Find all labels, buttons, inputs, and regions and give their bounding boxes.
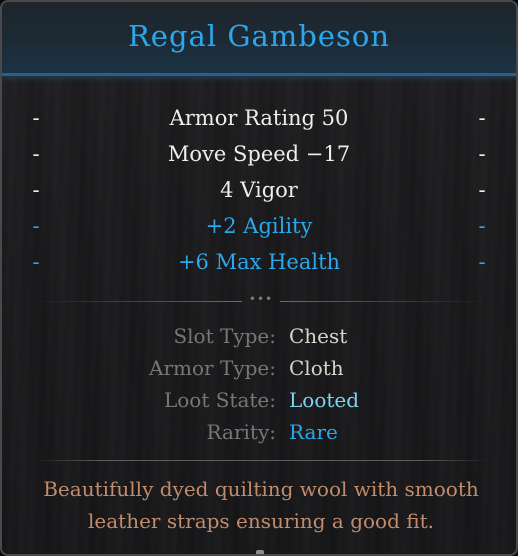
bullet-dash: - [32, 178, 40, 202]
stat-label: 4 Vigor [220, 178, 298, 202]
stat-label: Armor Rating 50 [169, 106, 349, 130]
property-value: Looted [289, 388, 360, 412]
stat-row-armor-rating: - Armor Rating 50 - [2, 100, 516, 136]
stat-label: +2 Agility [205, 214, 313, 238]
bullet-dash: - [32, 106, 40, 130]
divider-dots: ••• [248, 292, 274, 306]
bullet-dash: - [478, 214, 486, 238]
bullet-dash: - [32, 214, 40, 238]
item-description: Beautifully dyed quilting wool with smoo… [43, 477, 479, 533]
stat-row-move-speed: - Move Speed −17 - [2, 136, 516, 172]
bullet-dash: - [478, 106, 486, 130]
description-divider [32, 460, 490, 461]
bullet-dash: - [478, 178, 486, 202]
stat-row-max-health: - +6 Max Health - [2, 244, 516, 280]
item-name: Regal Gambeson [127, 19, 391, 53]
bullet-dash: - [32, 142, 40, 166]
bottom-notch [256, 550, 264, 554]
property-key: Loot State: [163, 388, 276, 412]
stat-row-vigor: - 4 Vigor - [2, 172, 516, 208]
tooltip-header: Regal Gambeson [2, 2, 516, 76]
property-key: Slot Type: [173, 324, 276, 348]
bullet-dash: - [478, 142, 486, 166]
stat-list: - Armor Rating 50 - - Move Speed −17 - -… [2, 100, 516, 280]
property-value: Chest [289, 324, 348, 348]
stat-row-agility: - +2 Agility - [2, 208, 516, 244]
property-slot-type: Slot Type: Chest [2, 320, 516, 352]
stat-label: +6 Max Health [177, 250, 341, 274]
divider-line-left [32, 301, 242, 302]
property-loot-state: Loot State: Looted [2, 384, 516, 416]
section-divider: ••• [32, 292, 490, 306]
property-list: Slot Type: Chest Armor Type: Cloth Loot … [2, 320, 516, 448]
bullet-dash: - [32, 250, 40, 274]
property-armor-type: Armor Type: Cloth [2, 352, 516, 384]
property-key: Rarity: [206, 420, 276, 444]
property-rarity: Rarity: Rare [2, 416, 516, 448]
item-tooltip: Regal Gambeson - Armor Rating 50 - - Mov… [0, 0, 518, 556]
stat-label: Move Speed −17 [167, 142, 351, 166]
divider-line-right [280, 301, 490, 302]
property-key: Armor Type: [149, 356, 276, 380]
property-value: Cloth [289, 356, 344, 380]
property-value: Rare [289, 420, 338, 444]
bullet-dash: - [478, 250, 486, 274]
